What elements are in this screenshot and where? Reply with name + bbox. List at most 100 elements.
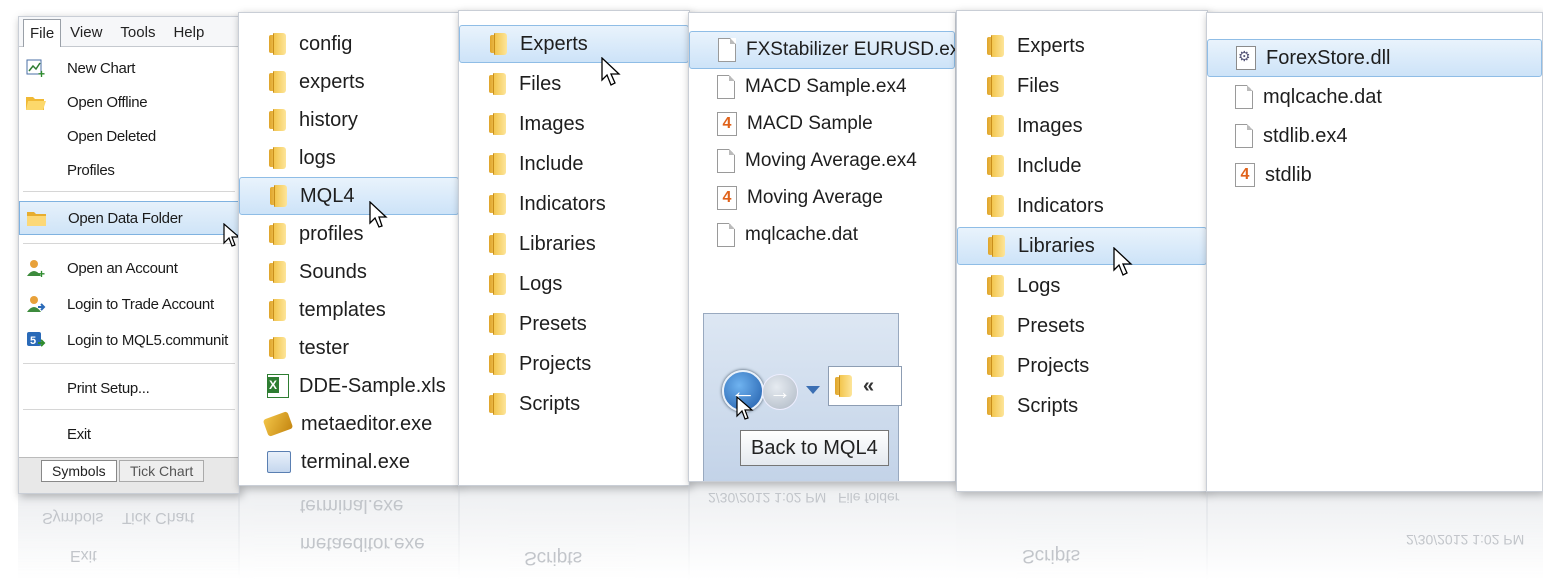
- menu-item-open-offline[interactable]: Open Offline: [19, 85, 239, 119]
- list-item[interactable]: Experts: [459, 25, 689, 63]
- menu-item-label: Exit: [67, 425, 91, 443]
- list-item-label: MACD Sample.ex4: [745, 76, 907, 97]
- list-item[interactable]: config: [239, 25, 459, 63]
- list-item[interactable]: tester: [239, 329, 459, 367]
- list-item[interactable]: Files: [957, 67, 1207, 105]
- menu-item-print-setup[interactable]: Print Setup...: [19, 371, 239, 405]
- list-item-label: Libraries: [1018, 234, 1095, 257]
- list-item-label: ForexStore.dll: [1266, 46, 1391, 69]
- list-item-label: Logs: [519, 272, 563, 295]
- list-item-label: Projects: [1017, 354, 1090, 377]
- svg-text:+: +: [38, 267, 45, 278]
- history-dropdown-icon[interactable]: [806, 386, 820, 394]
- list-item[interactable]: stdlib.ex4: [1207, 117, 1542, 155]
- list-item[interactable]: templates: [239, 291, 459, 329]
- list-item[interactable]: Indicators: [459, 185, 689, 223]
- reflection-text: Scripts: [524, 547, 583, 568]
- menu-item-open-deleted[interactable]: Open Deleted: [19, 119, 239, 153]
- list-item[interactable]: Include: [957, 147, 1207, 185]
- folder-icon: [488, 33, 510, 55]
- list-item[interactable]: Libraries: [459, 225, 689, 263]
- list-item[interactable]: metaeditor.exe: [239, 405, 459, 443]
- folder-icon: [267, 261, 289, 283]
- menu-tools[interactable]: Tools: [111, 24, 164, 46]
- list-item[interactable]: 4 Moving Average: [689, 179, 955, 217]
- tab-tick-chart[interactable]: Tick Chart: [119, 460, 205, 482]
- reflection-text: 2/30/2012 1:02 PM: [1406, 532, 1525, 548]
- folder-icon: [985, 35, 1007, 57]
- list-item[interactable]: Libraries: [957, 227, 1207, 265]
- menu-item-login-trade-account[interactable]: Login to Trade Account: [19, 287, 239, 321]
- menu-item-profiles[interactable]: Profiles: [19, 153, 239, 187]
- reflection-text: metaeditor.exe: [300, 533, 425, 554]
- menu-item-label: Login to Trade Account: [67, 295, 214, 313]
- address-overflow-chevron[interactable]: «: [863, 375, 874, 398]
- list-item-label: tester: [299, 336, 350, 359]
- list-item[interactable]: Presets: [459, 305, 689, 343]
- list-item-label: MQL4: [300, 184, 355, 207]
- list-item[interactable]: 4 stdlib: [1207, 156, 1542, 194]
- list-item[interactable]: profiles: [239, 215, 459, 253]
- menu-reflection: Symbols Tick Chart Exit: [18, 494, 240, 580]
- list-item[interactable]: Logs: [957, 267, 1207, 305]
- menu-item-label: Open Data Folder: [68, 209, 183, 227]
- list-item[interactable]: mqlcache.dat: [689, 216, 955, 254]
- menu-item-open-data-folder[interactable]: Open Data Folder: [19, 201, 239, 235]
- list-item[interactable]: Include: [459, 145, 689, 183]
- list-item-label: Presets: [519, 312, 587, 335]
- mql4b-reflection: Scripts: [956, 492, 1208, 580]
- screenshot-stage: File View Tools Help + New Chart Open Of…: [0, 0, 1543, 580]
- list-item[interactable]: Images: [459, 105, 689, 143]
- address-bar[interactable]: «: [828, 366, 902, 406]
- list-item-label: logs: [299, 146, 336, 169]
- list-item[interactable]: ForexStore.dll: [1207, 39, 1542, 77]
- menu-item-open-account[interactable]: + Open an Account: [19, 251, 239, 285]
- list-item-label: mqlcache.dat: [1263, 85, 1382, 108]
- list-item[interactable]: Scripts: [459, 385, 689, 423]
- folder-icon: [985, 195, 1007, 217]
- list-item-label: stdlib: [1265, 163, 1312, 186]
- list-item[interactable]: Presets: [957, 307, 1207, 345]
- list-item[interactable]: logs: [239, 139, 459, 177]
- list-item[interactable]: Images: [957, 107, 1207, 145]
- list-item[interactable]: history: [239, 101, 459, 139]
- list-item[interactable]: 4 MACD Sample: [689, 105, 955, 143]
- list-item[interactable]: DDE-Sample.xls: [239, 367, 459, 405]
- menu-help[interactable]: Help: [164, 24, 213, 46]
- list-item[interactable]: terminal.exe: [239, 443, 459, 481]
- list-item-label: Scripts: [1017, 394, 1079, 417]
- list-item[interactable]: experts: [239, 63, 459, 101]
- list-item-label: Moving Average.ex4: [745, 150, 917, 171]
- metaeditor-icon: [262, 411, 294, 437]
- reflection-text: terminal.exe: [300, 495, 404, 516]
- list-item[interactable]: Indicators: [957, 187, 1207, 225]
- list-item[interactable]: Logs: [459, 265, 689, 303]
- tab-symbols[interactable]: Symbols: [41, 460, 117, 482]
- menu-view[interactable]: View: [61, 24, 111, 46]
- list-item[interactable]: FXStabilizer EURUSD.ex4: [689, 31, 955, 69]
- list-item[interactable]: Files: [459, 65, 689, 103]
- folder-icon: [267, 223, 289, 245]
- mq4-source-icon: 4: [717, 112, 737, 136]
- menu-file[interactable]: File: [23, 19, 62, 47]
- forward-button[interactable]: →: [762, 374, 798, 410]
- list-item[interactable]: Sounds: [239, 253, 459, 291]
- list-item-label: history: [299, 108, 358, 131]
- menu-item-exit[interactable]: Exit: [19, 417, 239, 451]
- menu-item-login-mql5[interactable]: 5 Login to MQL5.communit: [19, 323, 239, 357]
- list-item-label: Sounds: [299, 260, 367, 283]
- mql4-reflection: Scripts: [458, 486, 690, 580]
- user-add-icon: +: [25, 258, 47, 281]
- list-item-label: templates: [299, 298, 386, 321]
- list-item[interactable]: Projects: [459, 345, 689, 383]
- list-item[interactable]: Projects: [957, 347, 1207, 385]
- list-item-label: Include: [519, 152, 584, 175]
- menu-item-new-chart[interactable]: + New Chart: [19, 51, 239, 85]
- list-item[interactable]: Moving Average.ex4: [689, 142, 955, 180]
- list-item[interactable]: MACD Sample.ex4: [689, 68, 955, 106]
- list-item[interactable]: Experts: [957, 27, 1207, 65]
- list-item[interactable]: mqlcache.dat: [1207, 78, 1542, 116]
- list-item-label: terminal.exe: [301, 450, 410, 473]
- list-item[interactable]: Scripts: [957, 387, 1207, 425]
- list-item[interactable]: MQL4: [239, 177, 459, 215]
